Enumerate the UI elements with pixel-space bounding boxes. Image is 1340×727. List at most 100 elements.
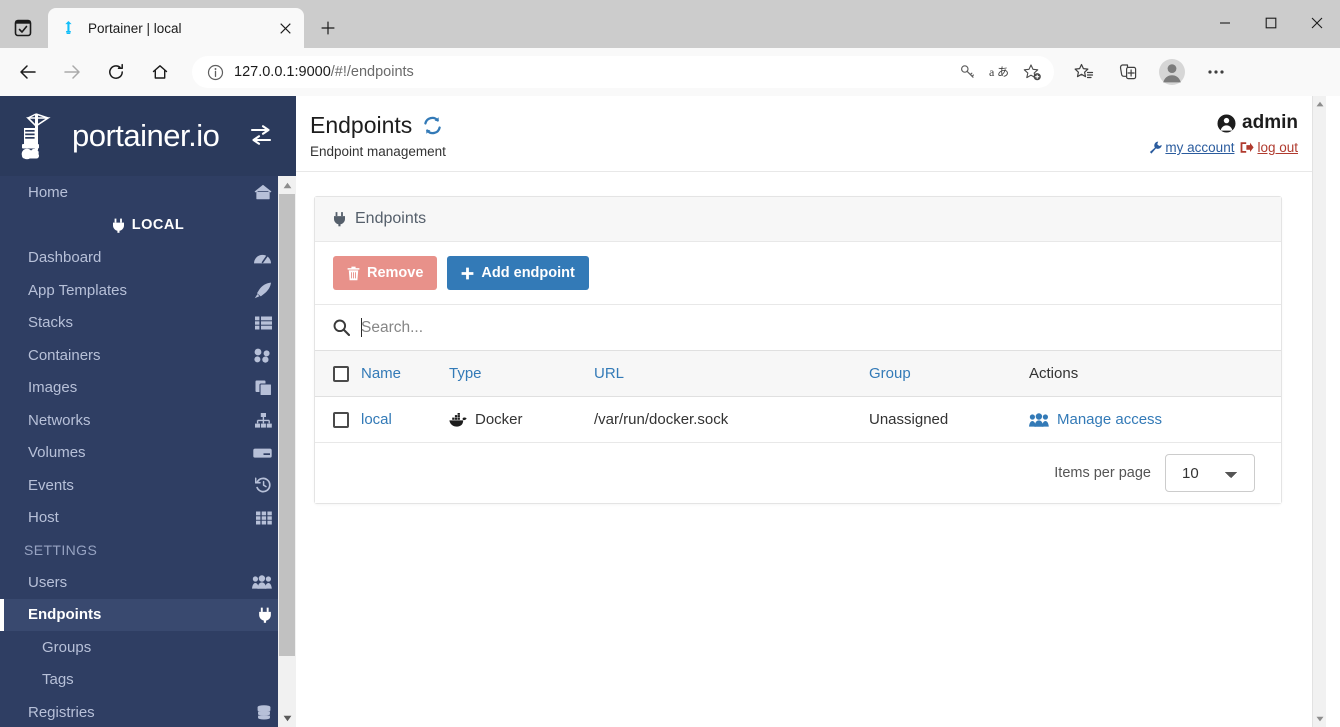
column-header-type[interactable]: Type xyxy=(449,351,594,397)
url-host: 127.0.0.1:9000 xyxy=(234,64,331,80)
split-screen-icon[interactable] xyxy=(1110,54,1146,90)
page-scrollbar[interactable] xyxy=(1312,96,1326,727)
favorites-list-icon[interactable] xyxy=(1066,54,1102,90)
docker-whale-icon xyxy=(449,413,467,427)
browser-window: Portainer | local xyxy=(0,0,1340,727)
manage-access-link[interactable]: Manage access xyxy=(1029,411,1281,428)
database-icon xyxy=(252,703,272,721)
scroll-up-arrow-icon[interactable] xyxy=(1313,96,1326,112)
scroll-up-arrow-icon[interactable] xyxy=(278,176,296,194)
items-per-page-select[interactable]: 10 xyxy=(1165,454,1255,492)
scroll-down-arrow-icon[interactable] xyxy=(1313,711,1326,727)
toolbar-right-buttons xyxy=(1062,54,1238,90)
add-endpoint-button[interactable]: Add endpoint xyxy=(447,256,588,290)
column-header-name[interactable]: Name xyxy=(361,351,449,397)
search-field-wrapper[interactable] xyxy=(361,314,1263,342)
sidebar-item-label: Host xyxy=(28,509,252,526)
panel-header: Endpoints xyxy=(315,197,1281,242)
sidebar-item-label: Registries xyxy=(28,704,252,721)
tab-actions-icon[interactable] xyxy=(0,8,46,48)
dashboard-gauge-icon xyxy=(252,249,272,267)
profile-avatar-icon[interactable] xyxy=(1154,54,1190,90)
sidebar-section-local: LOCAL xyxy=(0,209,296,242)
endpoints-table: Name Type URL Group Actions xyxy=(315,350,1281,443)
window-close-icon[interactable] xyxy=(1294,0,1340,46)
sidebar-item-networks[interactable]: Networks xyxy=(0,404,296,437)
url-text: 127.0.0.1:9000/#!/endpoints xyxy=(228,64,952,80)
my-account-link[interactable]: my account xyxy=(1149,140,1234,155)
row-checkbox-cell[interactable] xyxy=(315,397,361,443)
sidebar-item-dashboard[interactable]: Dashboard xyxy=(0,242,296,275)
sidebar-item-host[interactable]: Host xyxy=(0,502,296,535)
sidebar-item-app-templates[interactable]: App Templates xyxy=(0,274,296,307)
grid-th-icon xyxy=(252,509,272,527)
sidebar-item-stacks[interactable]: Stacks xyxy=(0,307,296,340)
address-bar[interactable]: 127.0.0.1:9000/#!/endpoints a あ xyxy=(192,56,1054,88)
more-options-icon[interactable] xyxy=(1198,54,1234,90)
sidebar-item-label: Events xyxy=(28,477,252,494)
row-name-cell: local xyxy=(361,397,449,443)
minimize-icon[interactable] xyxy=(1202,0,1248,46)
wrench-icon xyxy=(1149,141,1162,154)
sidebar-item-registries[interactable]: Registries xyxy=(0,696,296,727)
logout-link[interactable]: log out xyxy=(1240,140,1298,155)
select-all-checkbox[interactable] xyxy=(333,366,349,382)
containers-icon xyxy=(252,346,272,364)
browser-tab[interactable]: Portainer | local xyxy=(48,8,304,48)
sidebar-item-label: Images xyxy=(28,379,252,396)
scroll-down-arrow-icon[interactable] xyxy=(278,709,296,727)
column-header-group[interactable]: Group xyxy=(869,351,1029,397)
sidebar-item-users[interactable]: Users xyxy=(0,566,296,599)
sidebar-item-volumes[interactable]: Volumes xyxy=(0,437,296,470)
sidebar-item-label: App Templates xyxy=(28,282,252,299)
panel-title: Endpoints xyxy=(355,210,426,228)
sidebar-item-label: Groups xyxy=(42,639,91,656)
sidebar-item-containers[interactable]: Containers xyxy=(0,339,296,372)
sidebar: portainer.io Home xyxy=(0,96,296,727)
collapse-sidebar-icon[interactable] xyxy=(248,124,274,146)
sidebar-item-images[interactable]: Images xyxy=(0,372,296,405)
column-header-url[interactable]: URL xyxy=(594,351,869,397)
home-icon xyxy=(252,183,272,201)
column-header-actions: Actions xyxy=(1029,351,1281,397)
endpoint-name-link[interactable]: local xyxy=(361,411,392,428)
list-icon xyxy=(252,314,272,332)
remove-button[interactable]: Remove xyxy=(333,256,437,290)
row-checkbox[interactable] xyxy=(333,412,349,428)
sidebar-scrollbar[interactable] xyxy=(278,176,296,727)
sidebar-item-label: Tags xyxy=(42,671,74,688)
sidebar-item-events[interactable]: Events xyxy=(0,469,296,502)
plug-icon xyxy=(333,211,346,227)
plug-icon xyxy=(112,218,125,233)
refresh-sync-icon[interactable] xyxy=(422,115,443,136)
sidebar-scroll-thumb[interactable] xyxy=(279,194,295,656)
translate-icon[interactable]: a あ xyxy=(986,58,1014,86)
search-row[interactable] xyxy=(315,304,1281,350)
window-controls xyxy=(1202,0,1340,46)
maximize-icon[interactable] xyxy=(1248,0,1294,46)
select-all-header[interactable] xyxy=(315,351,361,397)
logout-label: log out xyxy=(1257,140,1298,155)
sidebar-item-groups[interactable]: Groups xyxy=(0,631,296,664)
new-tab-button[interactable] xyxy=(310,11,346,45)
table-row[interactable]: local xyxy=(315,397,1281,443)
home-icon[interactable] xyxy=(142,54,178,90)
back-arrow-icon[interactable] xyxy=(10,54,46,90)
svg-text:あ: あ xyxy=(997,65,1009,79)
page-header: Endpoints Endpoint management xyxy=(296,96,1326,172)
sidebar-item-endpoints[interactable]: Endpoints xyxy=(0,599,296,632)
search-input[interactable] xyxy=(361,314,1263,342)
endpoints-panel: Endpoints xyxy=(314,196,1282,504)
portainer-crane-logo xyxy=(18,108,70,164)
close-icon[interactable] xyxy=(272,15,298,41)
user-links: my account log out xyxy=(1149,140,1298,155)
site-info-icon[interactable] xyxy=(202,59,228,85)
add-favorite-star-icon[interactable] xyxy=(1018,58,1046,86)
sidebar-item-tags[interactable]: Tags xyxy=(0,664,296,697)
sidebar-item-label: Networks xyxy=(28,412,252,429)
sidebar-item-home[interactable]: Home xyxy=(0,176,296,209)
add-endpoint-button-label: Add endpoint xyxy=(481,265,574,281)
reload-icon[interactable] xyxy=(98,54,134,90)
password-key-icon[interactable] xyxy=(954,58,982,86)
page-title: Endpoints xyxy=(310,114,412,137)
